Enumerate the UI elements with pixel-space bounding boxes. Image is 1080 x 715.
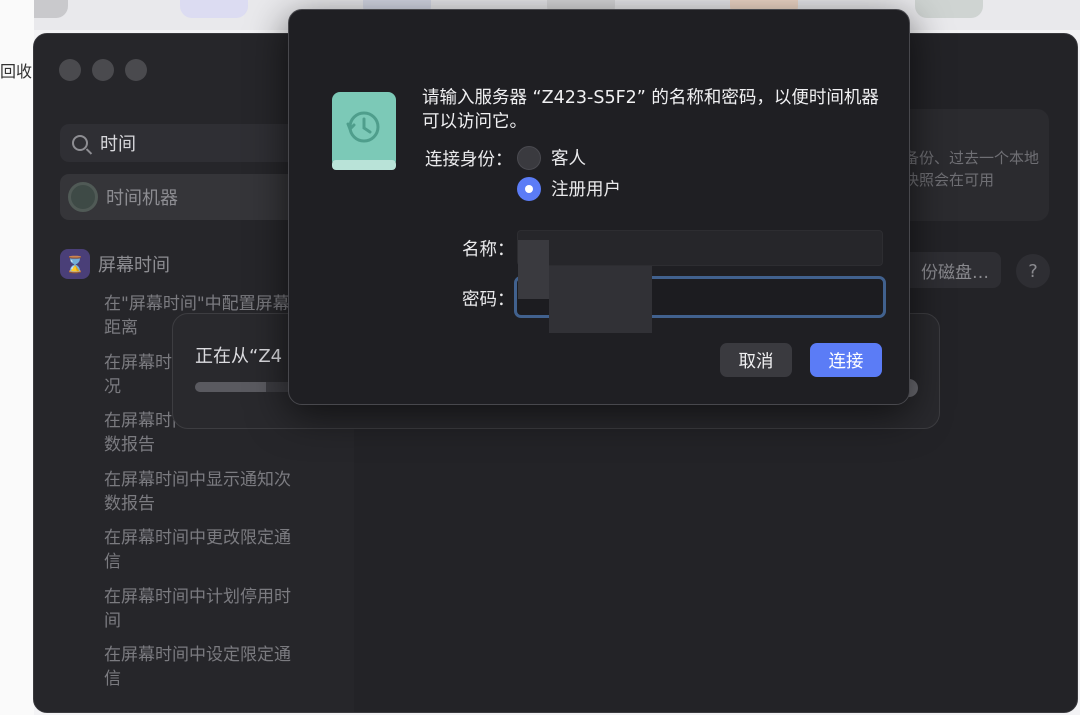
time-machine-info-card: 备份、过去一个本地快照会在可用: [894, 109, 1049, 221]
sidebar-subitem[interactable]: 在屏幕时间中设定限定通信: [104, 643, 304, 691]
radio-guest[interactable]: 客人: [517, 145, 586, 170]
close-window-button[interactable]: [59, 59, 81, 81]
minimize-window-button[interactable]: [92, 59, 114, 81]
help-button[interactable]: ?: [1016, 254, 1050, 288]
search-field[interactable]: 时间: [60, 124, 320, 162]
info-card-text: 备份、过去一个本地快照会在可用: [904, 149, 1040, 189]
redaction-block: [549, 266, 652, 333]
name-label: 名称：: [462, 240, 515, 260]
time-machine-icon: [68, 182, 98, 212]
sidebar-item-label: 屏幕时间: [98, 255, 170, 276]
search-icon: [72, 135, 88, 151]
radio-unselected-icon[interactable]: [517, 145, 541, 170]
hourglass-icon: ⌛: [60, 249, 90, 279]
connect-as-label: 连接身份：: [425, 150, 513, 170]
dock-app-icon[interactable]: [180, 0, 248, 18]
radio-label: 客人: [551, 149, 586, 169]
password-label: 密码：: [462, 290, 515, 310]
radio-label: 注册用户: [551, 180, 621, 200]
background-window-edge: [0, 0, 34, 715]
server-login-dialog: 请输入服务器 “Z423-S5F2” 的名称和密码，以便时间机器可以访问它。 连…: [288, 9, 910, 405]
radio-selected-icon[interactable]: [517, 176, 541, 201]
sidebar-item-screen-time[interactable]: ⌛ 屏幕时间: [60, 249, 170, 279]
sidebar-subitem[interactable]: 在屏幕时间中显示通知次数报告: [104, 468, 304, 516]
dialog-prompt: 请输入服务器 “Z423-S5F2” 的名称和密码，以便时间机器可以访问它。: [422, 88, 879, 132]
radio-registered-user[interactable]: 注册用户: [517, 176, 621, 201]
name-field[interactable]: [517, 230, 883, 266]
cancel-button[interactable]: 取消: [720, 343, 792, 377]
search-input[interactable]: 时间: [100, 130, 136, 156]
time-machine-drive-icon: [332, 92, 396, 170]
background-text: 回收: [0, 62, 33, 81]
sidebar-subitem[interactable]: 在屏幕时间中计划停用时间: [104, 585, 304, 633]
sidebar-subitem[interactable]: 在屏幕时间中更改限定通信: [104, 526, 304, 574]
sidebar-item-time-machine[interactable]: 时间机器: [60, 174, 325, 220]
progress-label: 正在从“Z4: [195, 346, 283, 367]
connect-button[interactable]: 连接: [810, 343, 882, 377]
zoom-window-button[interactable]: [125, 59, 147, 81]
redaction-block: [518, 240, 549, 299]
progress-bar-fill: [195, 382, 266, 392]
dock-app-icon[interactable]: [915, 0, 983, 18]
sidebar-item-label: 时间机器: [106, 188, 178, 209]
